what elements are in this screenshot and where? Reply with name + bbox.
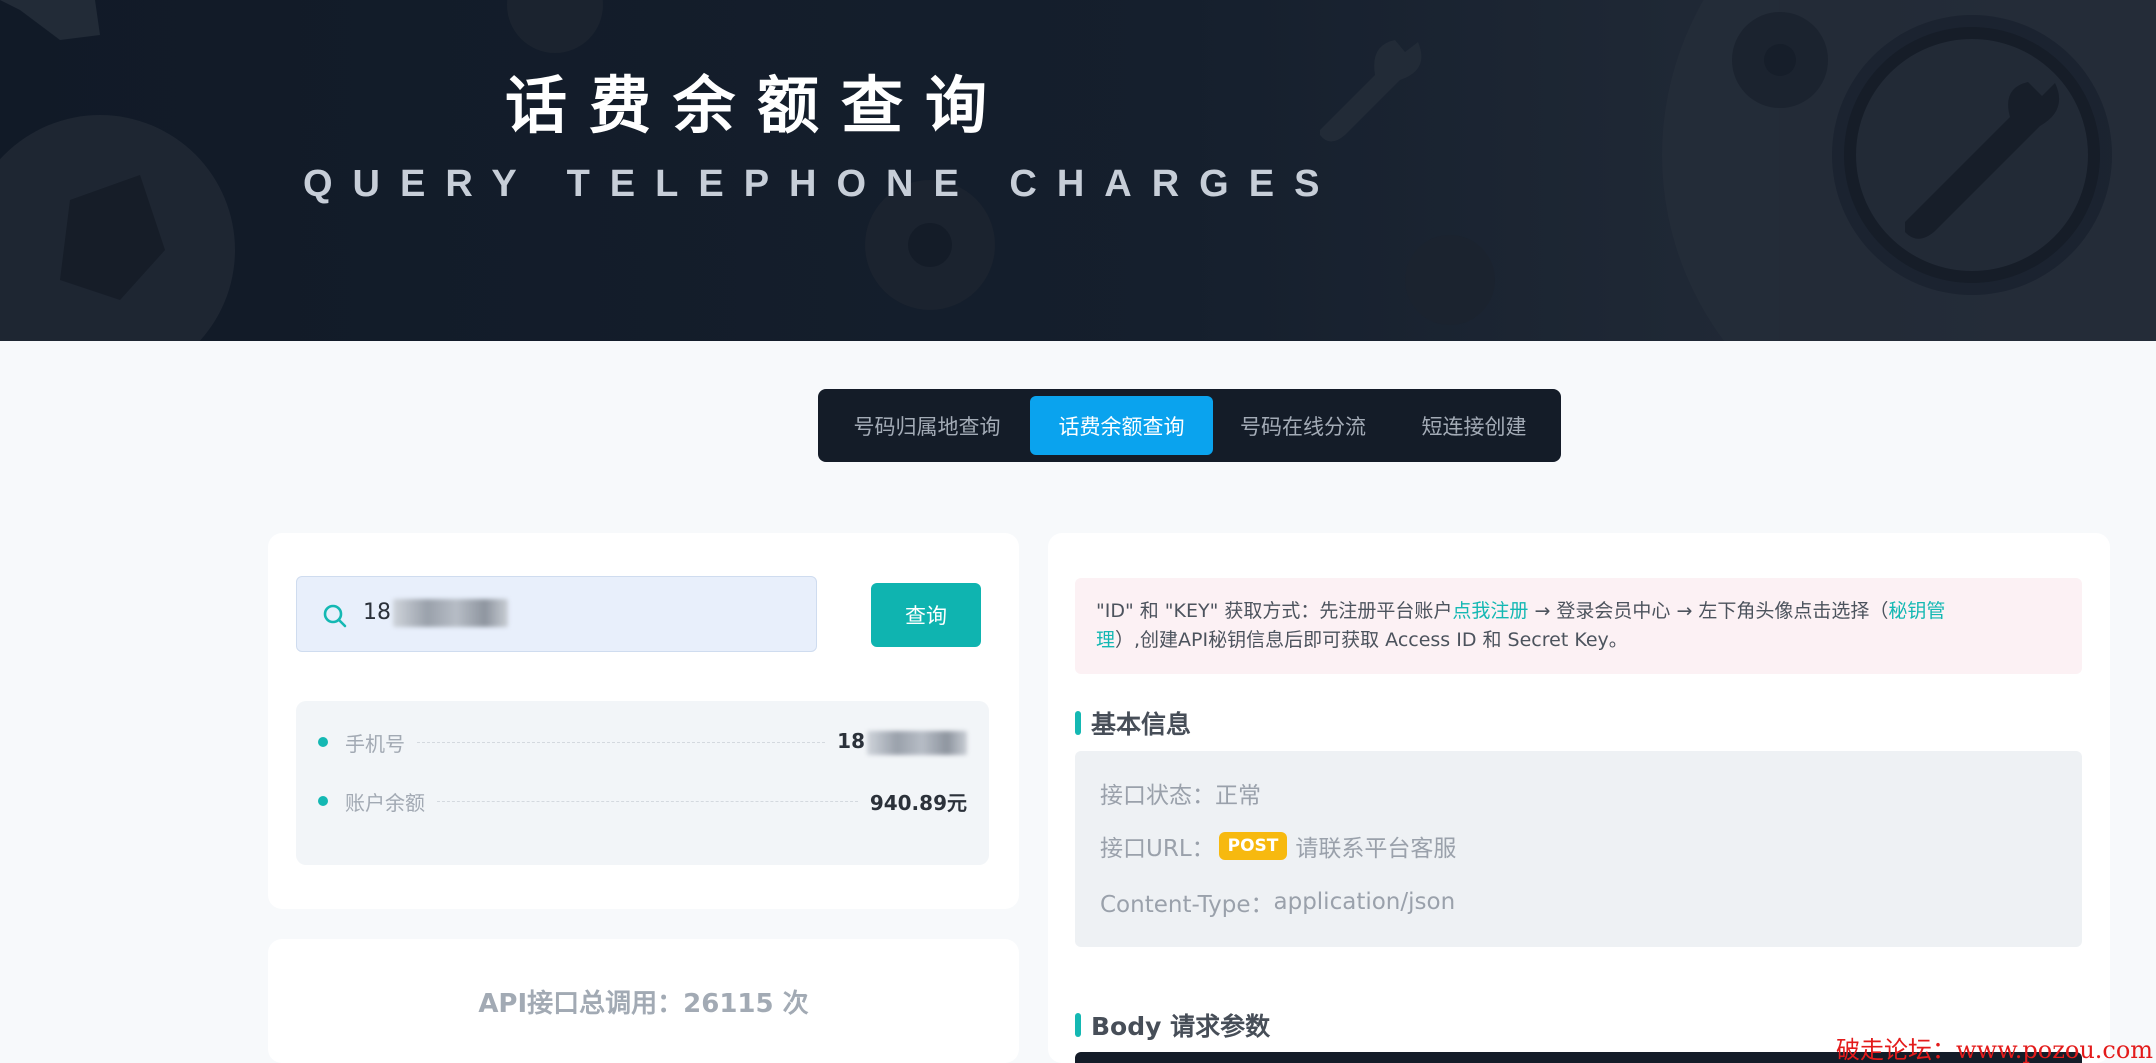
status-value: 正常 xyxy=(1215,783,1261,809)
tab-number-location[interactable]: 号码归属地查询 xyxy=(824,396,1030,455)
key-notice: "ID" 和 "KEY" 获取方式：先注册平台账户点我注册 → 登录会员中心 →… xyxy=(1075,578,2082,674)
key-manage-link[interactable]: 秘钥管 xyxy=(1888,600,1945,622)
search-icon xyxy=(323,604,347,628)
basic-info-box: 接口状态： 正常 接口URL： POST 请联系平台客服 Content-Type： a… xyxy=(1075,751,2082,947)
content-type: Content-Type： application/json xyxy=(1100,885,1455,919)
bullet-dot xyxy=(318,737,328,747)
phone-input-value: 18 xyxy=(363,600,391,625)
forum-watermark: 破走论坛：www.pozou.com xyxy=(1836,1036,2154,1063)
dotted-leader xyxy=(417,741,826,743)
dotted-leader xyxy=(437,800,858,802)
content-type-value: application/json xyxy=(1273,889,1456,915)
query-card: 18 查询 手机号 18 账户余额 940.89元 xyxy=(268,533,1019,909)
phone-value: 18 xyxy=(837,729,865,754)
page-title: 话费余额查询 xyxy=(505,69,1010,142)
query-button[interactable]: 查询 xyxy=(871,583,981,647)
url-value: 请联系平台客服 xyxy=(1295,836,1457,862)
notice-text: ）,创建API秘钥信息后即可获取 Access ID 和 Secret Key。 xyxy=(1115,629,1628,651)
content-type-label: Content-Type： xyxy=(1100,892,1274,918)
api-doc-card: "ID" 和 "KEY" 获取方式：先注册平台账户点我注册 → 登录会员中心 →… xyxy=(1048,533,2110,1063)
redacted-blur xyxy=(393,599,508,627)
query-tabs: 号码归属地查询 话费余额查询 号码在线分流 短连接创建 xyxy=(818,389,1561,462)
interface-url: 接口URL： POST 请联系平台客服 xyxy=(1100,829,1456,863)
method-badge: POST xyxy=(1218,832,1288,860)
tab-balance-query[interactable]: 话费余额查询 xyxy=(1030,396,1213,455)
section-body-params: Body 请求参数 xyxy=(1075,1007,1270,1043)
result-panel: 手机号 18 账户余额 940.89元 xyxy=(296,701,989,865)
tab-number-distribution[interactable]: 号码在线分流 xyxy=(1213,396,1393,455)
notice-text: "ID" 和 "KEY" 获取方式：先注册平台账户 xyxy=(1096,600,1453,622)
hero-banner: 话费余额查询 QUERY TELEPHONE CHARGES xyxy=(0,0,2156,341)
balance-label: 账户余额 xyxy=(345,790,425,815)
register-link[interactable]: 点我注册 xyxy=(1452,600,1528,622)
result-row-phone: 手机号 18 xyxy=(318,727,967,757)
section-title-text: 基本信息 xyxy=(1091,710,1192,739)
url-label: 接口URL： xyxy=(1100,836,1215,862)
tab-short-link[interactable]: 短连接创建 xyxy=(1393,396,1555,455)
api-stats-card: API接口总调用：26115 次 xyxy=(268,939,1019,1063)
bullet-dot xyxy=(318,796,328,806)
section-accent-bar xyxy=(1075,1013,1081,1037)
result-row-balance: 账户余额 940.89元 xyxy=(318,786,967,816)
balance-value: 940.89元 xyxy=(869,790,967,815)
section-title-text: Body 请求参数 xyxy=(1091,1012,1271,1041)
section-basic-info: 基本信息 xyxy=(1075,705,1191,741)
page-subtitle: QUERY TELEPHONE CHARGES xyxy=(303,163,1340,205)
api-total-calls: API接口总调用：26115 次 xyxy=(478,989,809,1019)
key-manage-link[interactable]: 理 xyxy=(1096,629,1115,651)
phone-input[interactable]: 18 xyxy=(296,576,817,652)
interface-status: 接口状态： 正常 xyxy=(1100,776,1261,810)
phone-label: 手机号 xyxy=(345,731,405,756)
status-label: 接口状态： xyxy=(1100,783,1215,809)
section-accent-bar xyxy=(1075,711,1081,735)
redacted-blur xyxy=(867,730,967,755)
notice-text: → 登录会员中心 → 左下角头像点击选择（ xyxy=(1528,600,1889,622)
